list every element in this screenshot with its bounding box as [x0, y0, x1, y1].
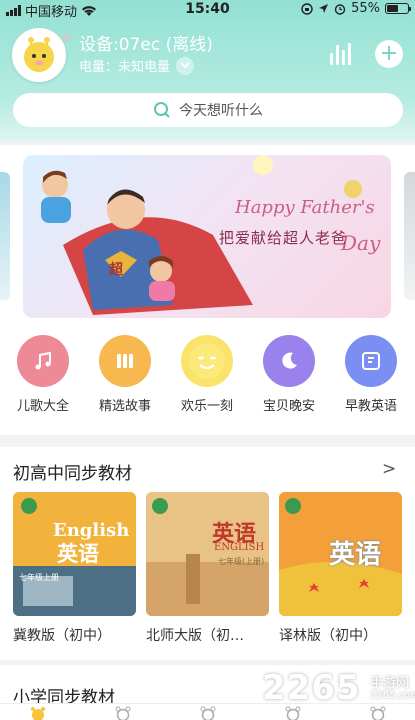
location-icon [319, 4, 329, 13]
section-divider [0, 435, 415, 447]
category-item[interactable]: 宝贝晚安 [249, 335, 329, 414]
tab-icon[interactable] [111, 706, 135, 720]
giraffe-avatar-icon [24, 37, 54, 72]
lock-rotation-icon [301, 2, 313, 15]
device-battery[interactable]: 电量：未知电量 [79, 56, 195, 75]
category-label: 欢乐一刻 [180, 399, 233, 414]
book-label[interactable]: 译林版（初中） [279, 625, 404, 645]
search-bar[interactable]: 今天想听什么 [13, 93, 403, 127]
banner-badge: 超 [109, 262, 123, 278]
category-item[interactable]: 早教英语 [331, 335, 411, 414]
tab-icon[interactable] [281, 706, 305, 720]
device-name[interactable]: 设备:07ec (离线) [79, 30, 213, 55]
flashcard-icon [345, 335, 397, 387]
search-icon [154, 102, 170, 118]
book-cover-word: 英语 [329, 540, 382, 570]
category-item[interactable]: 欢乐一刻 [167, 335, 247, 414]
banner-prev-card[interactable] [0, 172, 10, 300]
device-battery-label: 电量：未知电量 [79, 60, 171, 75]
avatar[interactable] [12, 28, 66, 82]
book-cover-grade: 七年级上册 [19, 573, 59, 582]
tab-home-icon[interactable] [26, 706, 50, 720]
tab-icon[interactable] [196, 706, 220, 720]
category-label: 早教英语 [344, 399, 397, 414]
alarm-icon [334, 3, 346, 15]
books-icon [99, 335, 151, 387]
category-item[interactable]: 精选故事 [85, 335, 165, 414]
tab-icon[interactable] [366, 706, 390, 720]
book-cover-word: 英语 [57, 542, 99, 566]
book-label[interactable]: 冀教版（初中） [13, 625, 138, 645]
battery-icon [385, 3, 411, 14]
watermark-logo: 2265 [262, 668, 361, 708]
watermark-sub: 手游网 [370, 676, 410, 691]
chevron-down-icon[interactable] [176, 56, 195, 75]
audio-bars-icon[interactable] [330, 43, 356, 65]
book-card[interactable]: 英语 ENGLISH 七年级(上册) [146, 492, 269, 616]
book-cover-grade: 七年级(上册) [218, 557, 265, 566]
section-more-arrow[interactable]: > [382, 459, 396, 479]
watermark-url: 2265.com [370, 690, 415, 701]
search-placeholder: 今天想听什么 [179, 103, 263, 119]
category-label: 精选故事 [98, 399, 151, 414]
status-bar: 中国移动 15:40 55% [0, 0, 415, 20]
offline-status-dot [62, 34, 70, 42]
moon-icon [263, 335, 315, 387]
section-title: 初高中同步教材 [13, 464, 132, 484]
battery-percent: 55% [351, 1, 380, 16]
book-card[interactable]: English 英语 七年级上册 [13, 492, 136, 616]
smiley-icon [181, 335, 233, 387]
book-cover-sub: ENGLISH [214, 542, 265, 553]
banner-script: Happy Father's [235, 197, 375, 218]
status-right: 55% [301, 1, 411, 16]
category-item[interactable]: 儿歌大全 [3, 335, 83, 414]
banner-title: 把爱献给超人老爸 [219, 229, 348, 247]
promo-banner[interactable]: 超 Happy Father's Day 把爱献给超人老爸 [23, 155, 391, 318]
book-card[interactable]: 英语 [279, 492, 402, 616]
category-label: 儿歌大全 [16, 399, 69, 414]
book-label[interactable]: 北师大版（初… [146, 625, 271, 645]
book-cover [146, 492, 269, 616]
music-note-icon [17, 335, 69, 387]
category-row: 儿歌大全 精选故事 欢乐一刻 宝贝晚安 早教英语 [0, 335, 415, 415]
banner-next-card[interactable] [404, 172, 415, 300]
add-button[interactable]: + [375, 40, 403, 68]
category-label: 宝贝晚安 [262, 399, 315, 414]
